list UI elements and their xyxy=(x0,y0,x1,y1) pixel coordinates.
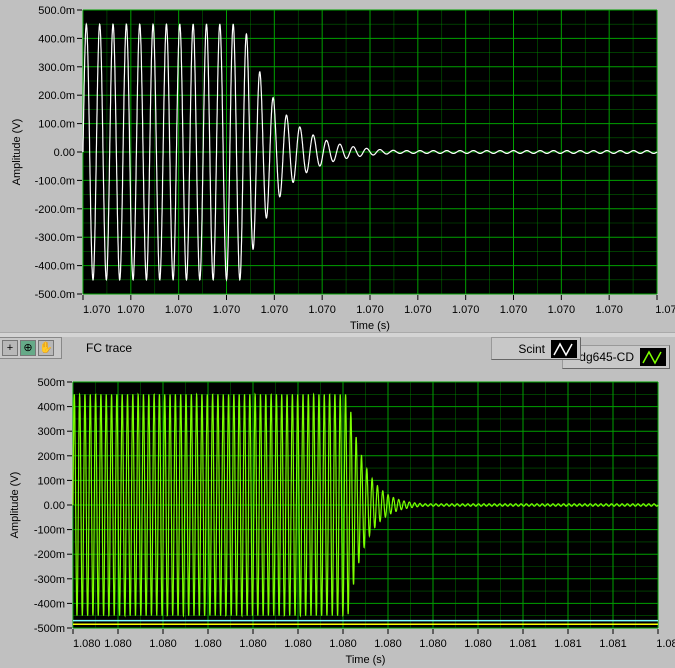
legend-item-scint[interactable]: Scint xyxy=(491,337,581,360)
x-tick-label: 1.080 xyxy=(464,638,492,650)
x-tick-label: 1.070 xyxy=(308,304,336,316)
x-tick-label: 1.080 xyxy=(419,638,447,650)
y-tick-label: 400.0m xyxy=(38,33,75,45)
y-tick-label: -100.0m xyxy=(35,175,75,187)
y-tick-label: 0.00 xyxy=(44,500,65,512)
graph-label: FC trace xyxy=(86,341,133,355)
y-tick-label: -300.0m xyxy=(35,232,75,244)
x-axis-label: Time (s) xyxy=(346,654,386,666)
x-tick-label: 1.070 xyxy=(356,304,384,316)
x-tick-label: 1.080 xyxy=(284,638,312,650)
graph-palette: + ⊕ ✋ xyxy=(0,337,62,359)
x-tick-label: 1.070 xyxy=(404,304,432,316)
y-tick-label: 100.0m xyxy=(38,119,75,131)
y-tick-label: 0.00 xyxy=(54,147,75,159)
y-tick-label: -200m xyxy=(34,549,65,561)
x-tick-label: 1.081 xyxy=(599,638,627,650)
x-tick-label: 1.080 xyxy=(374,638,402,650)
legend-swatch-icon xyxy=(551,339,577,358)
y-tick-label: 300m xyxy=(37,426,65,438)
legend-label: dg645-CD xyxy=(579,350,634,364)
y-tick-label: 200.0m xyxy=(38,90,75,102)
y-tick-label: 200m xyxy=(37,451,65,463)
y-tick-label: -300m xyxy=(34,574,65,586)
y-tick-label: 500m xyxy=(37,377,65,389)
y-tick-label: -400.0m xyxy=(35,261,75,273)
x-tick-label: 1.070 xyxy=(117,304,145,316)
x-tick-label: 1.081 xyxy=(656,638,675,650)
y-tick-label: -500.0m xyxy=(35,289,75,301)
legend-swatch-icon xyxy=(640,348,666,366)
y-tick-label: -400m xyxy=(34,598,65,610)
y-tick-label: -200.0m xyxy=(35,204,75,216)
zoom-icon[interactable]: ⊕ xyxy=(20,340,36,356)
x-tick-label: 1.070 xyxy=(500,304,528,316)
x-axis-label: Time (s) xyxy=(350,320,390,332)
x-tick-label: 1.070 xyxy=(595,304,623,316)
x-tick-label: 1.070 xyxy=(655,304,675,316)
y-tick-label: -500m xyxy=(34,623,65,635)
y-tick-label: 300.0m xyxy=(38,62,75,74)
x-tick-label: 1.070 xyxy=(213,304,241,316)
x-tick-label: 1.070 xyxy=(261,304,289,316)
y-tick-label: 100m xyxy=(37,475,65,487)
x-tick-label: 1.080 xyxy=(73,638,101,650)
x-tick-label: 1.080 xyxy=(149,638,177,650)
x-tick-label: 1.070 xyxy=(548,304,576,316)
x-tick-label: 1.080 xyxy=(104,638,132,650)
x-tick-label: 1.081 xyxy=(554,638,582,650)
x-tick-label: 1.081 xyxy=(509,638,537,650)
hand-pan-icon[interactable]: ✋ xyxy=(38,340,54,356)
x-tick-label: 1.080 xyxy=(329,638,357,650)
x-tick-label: 1.080 xyxy=(194,638,222,650)
y-axis-label: Amplitude (V) xyxy=(9,472,21,539)
x-tick-label: 1.070 xyxy=(165,304,193,316)
x-tick-label: 1.080 xyxy=(239,638,267,650)
legend-label: Scint xyxy=(518,341,545,356)
y-axis-label: Amplitude (V) xyxy=(11,119,23,186)
y-tick-label: 500.0m xyxy=(38,5,75,17)
cursor-move-icon[interactable]: + xyxy=(2,340,18,356)
x-tick-label: 1.070 xyxy=(452,304,480,316)
y-tick-label: -100m xyxy=(34,525,65,537)
x-tick-label: 1.070 xyxy=(83,304,111,316)
y-tick-label: 400m xyxy=(37,402,65,414)
